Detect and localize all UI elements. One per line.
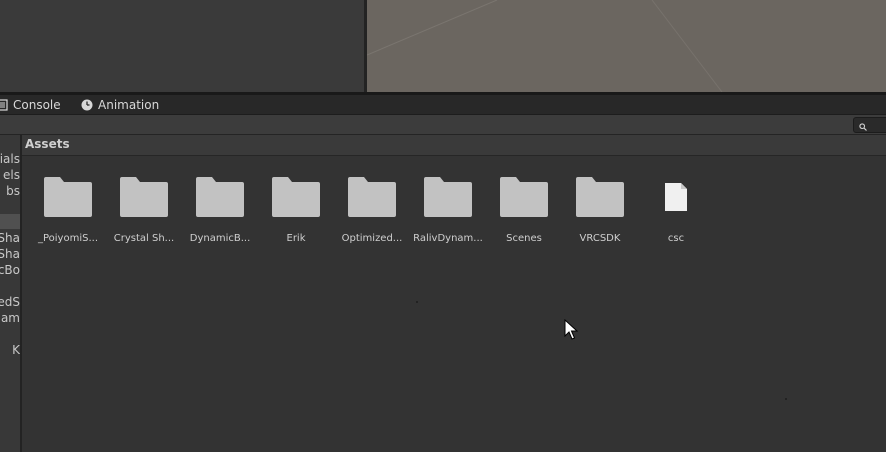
search-field[interactable] — [853, 117, 886, 133]
pixel-speck — [785, 398, 787, 400]
asset-grid-panel[interactable]: Assets _PoiyomiS... Crystal Sh... Dynami… — [22, 135, 886, 452]
hierarchy-panel[interactable] — [0, 0, 364, 94]
mouse-cursor-icon — [564, 319, 578, 340]
asset-label: Crystal Sh... — [113, 233, 175, 244]
file-icon — [665, 183, 687, 211]
tree-item[interactable]: els — [3, 167, 20, 183]
project-folder-tree[interactable]: rials els bs iSha Sha cBo edS nam K — [0, 135, 20, 452]
asset-label: VRCSDK — [579, 233, 621, 244]
tab-console[interactable]: Console — [0, 95, 61, 114]
tree-item[interactable]: bs — [6, 183, 20, 199]
search-input[interactable] — [870, 119, 886, 131]
scene-view[interactable] — [367, 0, 886, 92]
folder-icon — [120, 177, 168, 217]
tab-animation-label: Animation — [98, 97, 160, 112]
breadcrumb: Assets — [22, 135, 886, 156]
folder-icon — [576, 177, 624, 217]
asset-label: Erik — [286, 233, 306, 244]
folder-icon — [348, 177, 396, 217]
asset-folder[interactable]: RalivDynam... — [410, 177, 486, 252]
asset-label: DynamicB... — [189, 233, 251, 244]
folder-icon — [500, 177, 548, 217]
asset-label: csc — [667, 233, 685, 244]
tree-item[interactable]: Sha — [0, 246, 20, 262]
asset-label: Scenes — [506, 233, 542, 244]
search-icon — [859, 116, 867, 135]
tree-item[interactable]: rials — [0, 151, 20, 167]
tab-animation[interactable]: Animation — [81, 95, 159, 114]
folder-icon — [44, 177, 92, 217]
asset-label: _PoiyomiS... — [37, 233, 98, 244]
asset-folder[interactable]: Erik — [258, 177, 334, 252]
project-toolbar — [0, 115, 886, 135]
folder-icon — [424, 177, 472, 217]
asset-folder[interactable]: Optimized... — [334, 177, 410, 252]
console-icon — [0, 98, 8, 111]
tab-bar: Console Animation — [0, 95, 886, 115]
asset-folder[interactable]: VRCSDK — [562, 177, 638, 252]
asset-file[interactable]: csc — [638, 177, 714, 252]
asset-label: Optimized... — [341, 233, 403, 244]
asset-folder[interactable]: Crystal Sh... — [106, 177, 182, 252]
folder-icon — [272, 177, 320, 217]
tab-console-label: Console — [13, 97, 61, 112]
tree-item[interactable]: nam — [0, 310, 20, 326]
folder-icon — [196, 177, 244, 217]
tree-item[interactable]: edS — [0, 294, 20, 310]
asset-folder[interactable]: DynamicB... — [182, 177, 258, 252]
asset-label: RalivDynam... — [413, 233, 483, 244]
unity-editor-window: Console Animation ials els bs Sha Sha cB… — [0, 0, 886, 452]
asset-folder[interactable]: Scenes — [486, 177, 562, 252]
scene-grid — [367, 0, 886, 92]
selected-tree-item-highlight — [0, 214, 20, 229]
pixel-speck — [416, 301, 418, 303]
asset-folder[interactable]: _PoiyomiS... — [30, 177, 106, 252]
tree-item[interactable]: iSha — [0, 230, 20, 246]
breadcrumb-assets[interactable]: Assets — [25, 137, 70, 151]
tree-item[interactable]: cBo — [0, 262, 20, 278]
tree-item[interactable]: K — [12, 342, 20, 358]
clock-icon — [81, 99, 93, 111]
